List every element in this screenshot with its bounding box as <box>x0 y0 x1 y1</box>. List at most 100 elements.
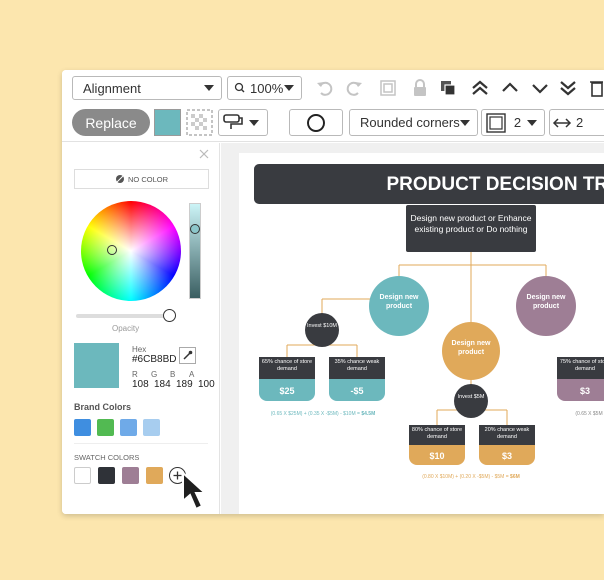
chevron-down-icon <box>460 119 470 126</box>
transparency-button[interactable] <box>186 109 213 136</box>
undo-icon <box>317 81 333 96</box>
eyedropper-icon <box>183 350 193 360</box>
diagram-title: PRODUCT DECISION TREE <box>386 174 604 195</box>
chevron-down-icon <box>527 119 537 126</box>
design-new-product-middle-text: Design new product <box>451 340 491 356</box>
replace-button[interactable]: Replace <box>72 109 150 136</box>
duplicate-button[interactable] <box>436 76 460 100</box>
alignment-dropdown[interactable]: Alignment <box>72 76 222 100</box>
paint-roller-icon <box>223 113 243 129</box>
color-wheel-handle[interactable] <box>107 245 117 255</box>
formula-1-text: (0.65 X $25M) + (0.35 X -$5M) - $10M = <box>271 411 362 417</box>
formula-2: (0.80 X $10M) + (0.20 X -$5M) - $5M = $6… <box>422 474 520 480</box>
brand-color-swatch-0[interactable] <box>74 419 91 436</box>
channel-label-g: G <box>151 370 158 379</box>
channel-value-b[interactable]: 189 <box>176 379 198 390</box>
decision-tree-diagram: PRODUCT DECISION TREE <box>254 164 604 480</box>
lock-icon <box>414 79 426 96</box>
outcome-20-text-wrap: 20% chance weak demand <box>484 427 530 440</box>
redo-icon <box>346 81 362 96</box>
outcome-35-text-wrap: 35% chance weak demand <box>334 359 380 372</box>
duplicate-icon <box>441 81 456 96</box>
replace-label: Replace <box>85 114 137 131</box>
corner-style-label: Rounded corners <box>360 115 460 130</box>
design-new-product-right-text: Design new product <box>526 294 566 310</box>
zoom-dropdown[interactable]: 100% <box>227 76 302 100</box>
outcome-75-text: 75% chance of store demand <box>559 359 604 372</box>
swatch-color-2[interactable] <box>122 467 139 484</box>
invest-10m-text-wrap: Invest $10M <box>307 323 337 329</box>
no-color-icon <box>115 175 124 183</box>
undo-button[interactable] <box>313 76 337 100</box>
mouse-pointer-icon <box>182 470 208 511</box>
rgba-values: 108 184 189 100 <box>132 379 215 390</box>
delete-button[interactable] <box>588 76 604 100</box>
send-backward-button[interactable] <box>528 76 552 100</box>
border-width-dropdown[interactable]: 2 <box>481 109 545 136</box>
swatch-color-3[interactable] <box>146 467 163 484</box>
redo-button[interactable] <box>342 76 366 100</box>
channel-value-g[interactable]: 184 <box>154 379 176 390</box>
design-new-product-middle-text-wrap: Design new product <box>451 340 491 356</box>
swatch-color-0[interactable] <box>74 467 91 484</box>
magnifier-icon <box>234 82 245 93</box>
opacity-label: Opacity <box>112 324 140 333</box>
opacity-slider[interactable] <box>76 314 171 318</box>
hex-value[interactable]: #6CB8BD <box>132 354 176 365</box>
circle-outline-icon <box>307 113 325 132</box>
shape-style-dropdown[interactable] <box>289 109 343 136</box>
outcome-35-text: 35% chance weak demand <box>334 359 380 372</box>
swatch-color-1[interactable] <box>98 467 115 484</box>
group-button[interactable] <box>376 76 400 100</box>
double-chevron-down-icon <box>560 81 576 96</box>
alignment-label: Alignment <box>83 80 141 96</box>
no-color-label: NO COLOR <box>127 174 168 184</box>
chevron-down-icon <box>284 85 294 91</box>
channel-value-r[interactable]: 108 <box>132 379 154 390</box>
divider <box>74 443 208 444</box>
brand-color-swatch-2[interactable] <box>120 419 137 436</box>
color-picker-panel: NO COLOR Opacity Hex #6CB8BD R G B A 108… <box>62 143 220 514</box>
brightness-slider[interactable] <box>189 203 201 299</box>
invest-5m-text-wrap: Invest $5M <box>458 394 485 400</box>
brand-colors-title: Brand Colors <box>74 402 132 412</box>
spacing-dropdown[interactable]: 2 <box>549 109 604 136</box>
outcome-m5-value: -$5 <box>350 386 363 396</box>
eyedropper-button[interactable] <box>179 347 196 364</box>
fill-color-swatch[interactable] <box>154 109 181 136</box>
chevron-up-icon <box>502 82 518 92</box>
checkerboard-icon <box>186 109 213 136</box>
brightness-handle[interactable] <box>190 224 200 234</box>
chevron-down-icon <box>249 119 259 126</box>
document-page[interactable]: PRODUCT DECISION TREE <box>239 153 604 514</box>
color-wheel[interactable] <box>81 201 181 301</box>
formula-1-result: $4.5M <box>361 411 375 417</box>
chevron-down-icon <box>204 85 214 91</box>
send-to-back-button[interactable] <box>556 76 580 100</box>
corner-style-dropdown[interactable]: Rounded corners <box>349 109 478 136</box>
double-chevron-up-icon <box>472 80 488 95</box>
outcome-10-value: $10 <box>429 451 444 461</box>
outcome-65-text: 65% chance of store demand <box>261 359 313 372</box>
design-new-product-right-text-wrap: Design new product <box>526 294 566 310</box>
no-color-button[interactable]: NO COLOR <box>74 169 209 189</box>
channel-label-b: B <box>170 370 176 379</box>
group-icon <box>380 80 396 96</box>
opacity-handle[interactable] <box>163 309 176 322</box>
current-color-preview <box>74 343 119 388</box>
outcome-3b-value: $3 <box>580 386 590 396</box>
brand-color-swatch-3[interactable] <box>143 419 160 436</box>
design-new-product-text-wrap: Design new product <box>380 294 419 310</box>
chevron-down-icon <box>532 84 548 94</box>
outcome-20-text: 20% chance weak demand <box>484 427 530 440</box>
bring-forward-button[interactable] <box>498 76 522 100</box>
paint-style-dropdown[interactable] <box>218 109 268 136</box>
bring-to-front-button[interactable] <box>468 76 492 100</box>
swatch-colors-title: SWATCH COLORS <box>74 453 140 462</box>
color-wheel-center <box>81 201 181 301</box>
channel-value-a[interactable]: 100 <box>198 379 215 390</box>
close-icon[interactable] <box>199 149 209 159</box>
brand-color-swatch-1[interactable] <box>97 419 114 436</box>
invest-10m-text: Invest $10M <box>307 323 337 329</box>
lock-button[interactable] <box>408 76 432 100</box>
